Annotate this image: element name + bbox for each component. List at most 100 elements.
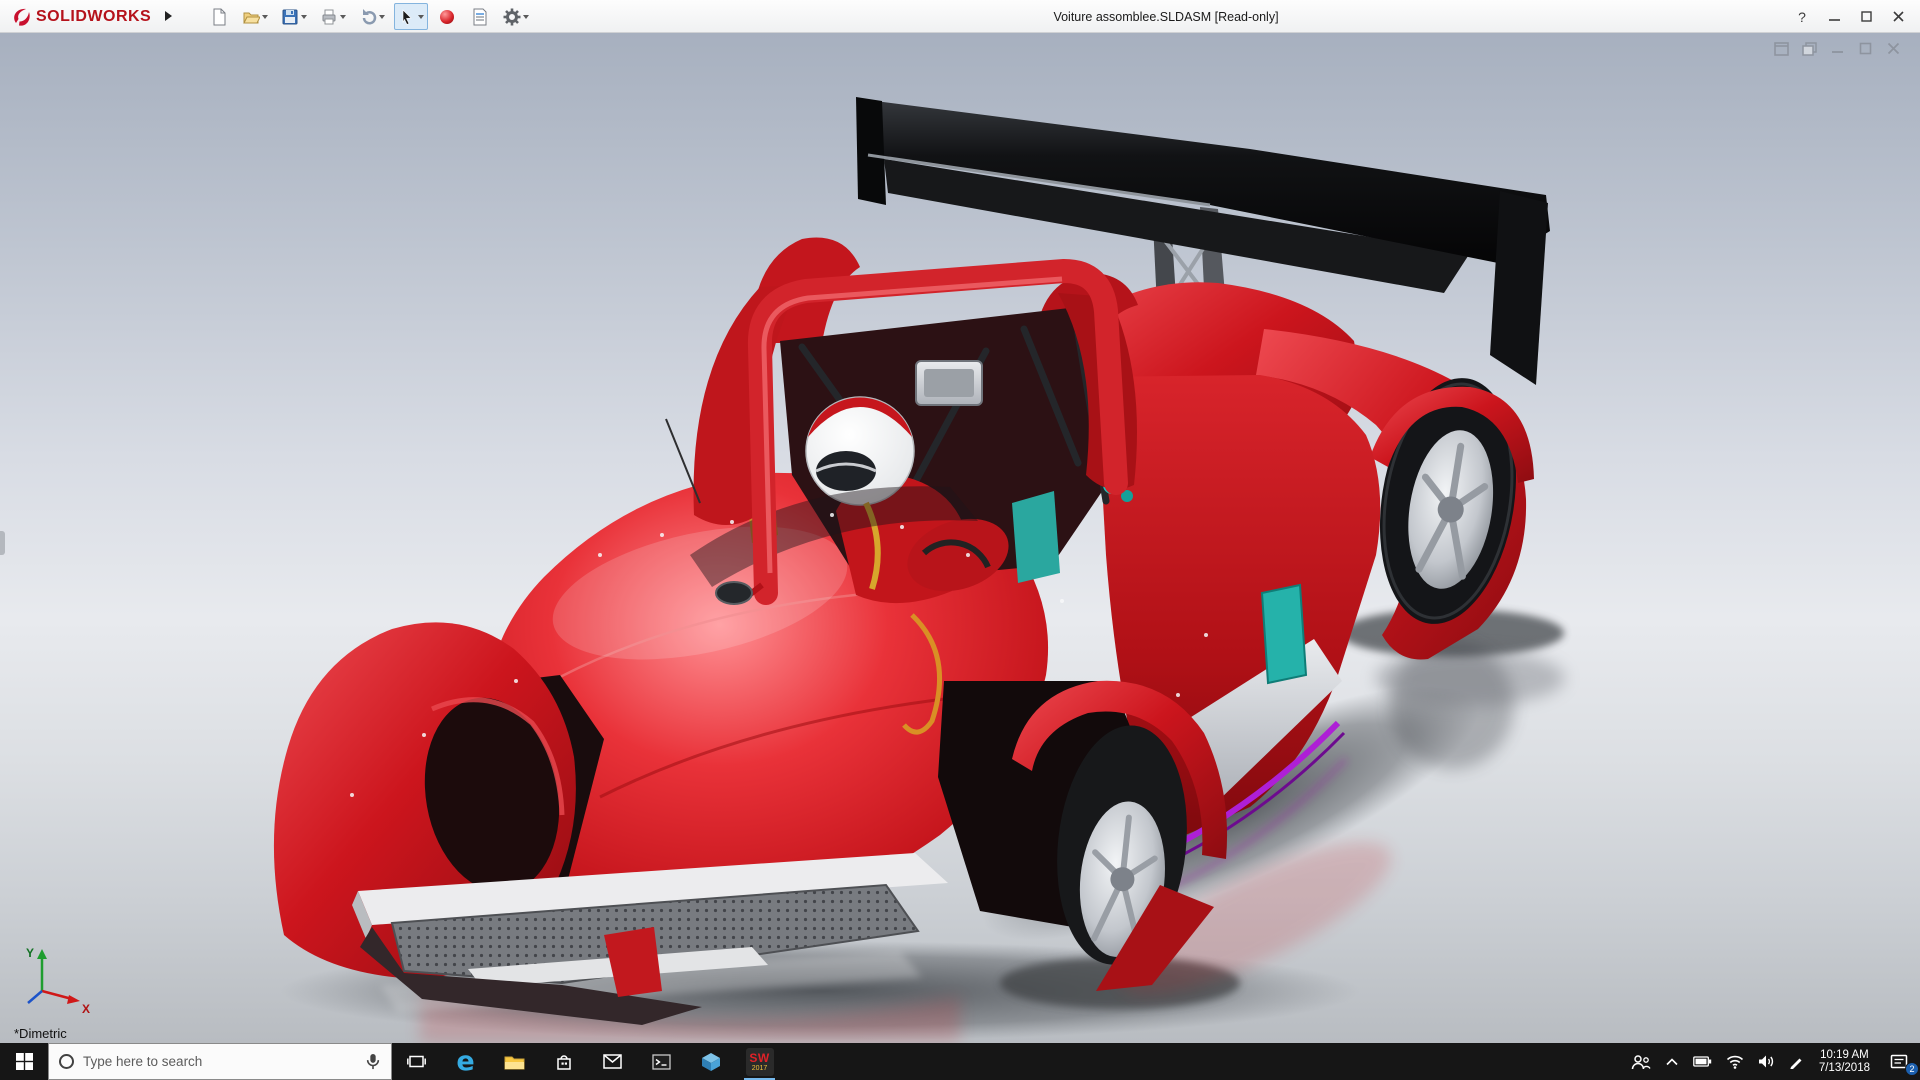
maximize-button[interactable] xyxy=(1852,3,1880,30)
quick-access-toolbar xyxy=(205,3,533,30)
undo-dropdown-caret[interactable] xyxy=(379,14,385,19)
new-document-button[interactable] xyxy=(205,3,233,30)
minimize-icon xyxy=(1828,19,1840,21)
taskbar-clock[interactable]: 10:19 AM 7/13/2018 xyxy=(1811,1049,1878,1075)
pen-icon xyxy=(1790,1058,1802,1069)
taskbar-app-mail[interactable] xyxy=(588,1043,637,1080)
taskbar-app-cad-viewer[interactable] xyxy=(686,1043,735,1080)
select-cursor-icon xyxy=(402,8,412,25)
minimize-button[interactable] xyxy=(1820,3,1848,30)
save-button[interactable] xyxy=(277,3,311,30)
minimize-doc-icon xyxy=(1832,51,1843,53)
restore-doc-icon xyxy=(1859,42,1872,55)
clock-time: 10:19 AM xyxy=(1820,1048,1869,1061)
window-controls: ? xyxy=(1788,0,1912,33)
x-axis-arrow xyxy=(67,995,80,1004)
print-dropdown-caret[interactable] xyxy=(340,14,346,19)
minimize-doc-button[interactable] xyxy=(1829,41,1846,56)
file-properties-button[interactable] xyxy=(466,3,494,30)
file-explorer-icon xyxy=(504,1056,525,1070)
select-dropdown-caret[interactable] xyxy=(418,14,424,19)
network-indicator[interactable] xyxy=(1719,1043,1751,1080)
maximize-icon xyxy=(1860,11,1872,22)
new-window-icon xyxy=(1774,41,1789,56)
flyout-triangle-icon xyxy=(164,11,172,21)
select-button[interactable] xyxy=(394,3,428,30)
close-button[interactable] xyxy=(1884,3,1912,30)
solidworks-logo-text: SOLIDWORKS xyxy=(36,7,152,25)
options-button[interactable] xyxy=(499,3,533,30)
notification-badge: 2 xyxy=(1905,1062,1919,1076)
window-title: Voiture assomblee.SLDASM [Read-only] xyxy=(1053,9,1279,24)
cad-viewer-cube-icon xyxy=(701,1052,720,1071)
y-axis-arrow xyxy=(37,949,47,959)
console-icon xyxy=(652,1053,671,1070)
open-button[interactable] xyxy=(238,3,272,30)
restore-doc-button[interactable] xyxy=(1857,41,1874,56)
pen-input-indicator[interactable] xyxy=(1782,1043,1811,1080)
file-properties-icon xyxy=(473,8,487,25)
open-dropdown-caret[interactable] xyxy=(262,14,268,19)
taskbar-app-store[interactable] xyxy=(539,1043,588,1080)
solidworks-logo: SOLIDWORKS xyxy=(10,0,151,33)
options-gear-icon xyxy=(503,8,521,25)
battery-indicator[interactable] xyxy=(1686,1043,1719,1080)
z-axis-arrow xyxy=(27,990,43,1004)
teal-side-insert xyxy=(1260,583,1308,685)
people-button[interactable] xyxy=(1624,1043,1658,1080)
people-icon xyxy=(1631,1054,1651,1069)
new-document-icon xyxy=(213,8,226,25)
document-window-controls xyxy=(1773,41,1902,56)
graphics-viewport[interactable]: Y X *Dimetric xyxy=(0,33,1920,1043)
open-folder-icon xyxy=(243,12,260,23)
start-button[interactable] xyxy=(0,1043,48,1080)
chevron-up-icon xyxy=(1666,1057,1678,1065)
dassault-swoosh-icon xyxy=(14,8,30,26)
app-titlebar: SOLIDWORKS Voiture assomblee.SLDASM [Rea… xyxy=(0,0,1920,33)
left-edge-handle[interactable] xyxy=(0,531,5,555)
taskbar: e SW 2 xyxy=(0,1043,1920,1080)
task-view-icon xyxy=(407,1055,426,1068)
taskbar-app-edge[interactable]: e xyxy=(441,1043,490,1080)
cockpit-teal-panel xyxy=(1012,491,1060,583)
orientation-triad: Y X xyxy=(26,946,90,1016)
render-sphere-icon xyxy=(440,9,454,24)
taskbar-app-console[interactable] xyxy=(637,1043,686,1080)
save-dropdown-caret[interactable] xyxy=(301,14,307,19)
taskbar-app-file-explorer[interactable] xyxy=(490,1043,539,1080)
action-center-button[interactable]: 2 xyxy=(1878,1043,1920,1080)
search-input[interactable] xyxy=(83,1054,356,1069)
cascade-windows-icon xyxy=(1802,41,1817,56)
helmet-visor xyxy=(816,451,876,491)
store-icon xyxy=(556,1054,571,1070)
options-dropdown-caret[interactable] xyxy=(523,14,529,19)
volume-indicator[interactable] xyxy=(1751,1043,1782,1080)
x-axis-label: X xyxy=(82,1002,90,1016)
view-orientation-label: *Dimetric xyxy=(14,1026,67,1041)
mail-icon xyxy=(603,1054,622,1069)
hidden-icons-button[interactable] xyxy=(1658,1043,1686,1080)
edge-icon: e xyxy=(456,1046,475,1077)
toolbar-flyout-arrow[interactable] xyxy=(160,6,176,26)
speaker-icon xyxy=(1758,1055,1773,1068)
system-tray: 10:19 AM 7/13/2018 2 xyxy=(1624,1043,1920,1080)
new-window-button[interactable] xyxy=(1773,41,1790,56)
render-sphere-button[interactable] xyxy=(433,3,461,30)
task-view-button[interactable] xyxy=(392,1043,441,1080)
battery-icon xyxy=(1692,1056,1712,1067)
taskbar-search[interactable] xyxy=(48,1043,392,1080)
y-axis-label: Y xyxy=(26,946,34,960)
help-button[interactable]: ? xyxy=(1788,3,1816,30)
cascade-windows-button[interactable] xyxy=(1801,41,1818,56)
print-button[interactable] xyxy=(316,3,350,30)
undo-button[interactable] xyxy=(355,3,389,30)
taskbar-app-solidworks[interactable]: SW 2017 xyxy=(735,1043,784,1080)
undo-arrow-icon xyxy=(362,8,377,24)
microphone-icon[interactable] xyxy=(365,1052,381,1071)
print-icon xyxy=(322,9,336,24)
windows-logo-icon xyxy=(15,1053,33,1070)
wifi-icon xyxy=(1726,1055,1743,1069)
search-ring-icon xyxy=(59,1054,74,1069)
close-doc-button[interactable] xyxy=(1885,41,1902,56)
close-doc-icon xyxy=(1887,42,1900,55)
